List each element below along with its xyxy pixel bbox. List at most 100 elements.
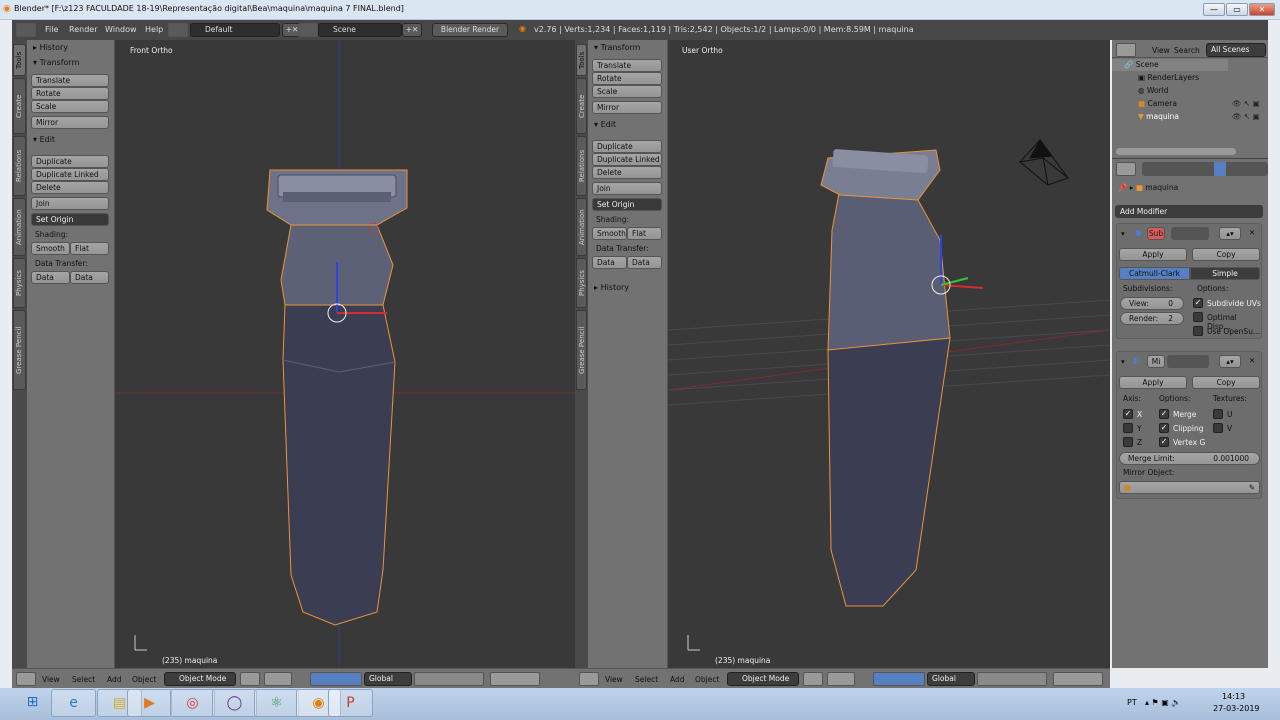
toolshelf-tab[interactable]: Tools	[13, 44, 26, 76]
toolshelf-tab[interactable]: Grease Pencil	[13, 310, 26, 390]
mirror-button[interactable]: Mirror	[592, 101, 662, 114]
add-modifier-select[interactable]: Add Modifier	[1115, 205, 1263, 218]
outliner-menu-search[interactable]: Search	[1174, 46, 1200, 55]
pivot-point-icon[interactable]	[827, 672, 855, 686]
apply-button[interactable]: Apply	[1119, 376, 1187, 389]
rotate-button[interactable]: Rotate	[592, 72, 662, 85]
view-levels-field[interactable]: View: 0	[1120, 297, 1184, 310]
data-button[interactable]: Data	[31, 271, 70, 284]
merge-limit-field[interactable]: Merge Limit: 0.001000	[1119, 452, 1260, 465]
taskbar-internet-explorer[interactable]: e	[51, 689, 96, 717]
axis-y-checkbox[interactable]	[1123, 423, 1133, 433]
outliner-filter-select[interactable]: All Scenes	[1206, 43, 1266, 57]
simple-option[interactable]: Simple	[1190, 267, 1260, 280]
scene-select[interactable]: Scene	[318, 23, 402, 37]
duplicate-linked-button[interactable]: Duplicate Linked	[592, 153, 662, 166]
editor-type-icon[interactable]	[579, 672, 599, 686]
start-button[interactable]: ⊞	[10, 689, 55, 717]
close-button[interactable]: ✕	[1249, 3, 1275, 16]
duplicate-button[interactable]: Duplicate	[592, 140, 662, 153]
outliner-item-renderlayers[interactable]: ▣ RenderLayers	[1138, 73, 1199, 82]
modifier-name-field[interactable]: Mi	[1147, 355, 1165, 368]
copy-button[interactable]: Copy	[1192, 248, 1260, 261]
delete-button[interactable]: Delete	[31, 181, 109, 194]
remove-modifier-icon[interactable]: ✕	[1249, 228, 1255, 237]
axis-x-checkbox[interactable]: ✓	[1123, 409, 1133, 419]
data-layout-button[interactable]: Data Lay	[627, 256, 662, 269]
editor-type-icon[interactable]	[16, 23, 36, 37]
menu-render[interactable]: Render	[69, 25, 97, 34]
viewport-shading-icon[interactable]	[803, 672, 823, 686]
modifier-visibility-toggles[interactable]	[1167, 355, 1209, 368]
view3d-menu[interactable]: View	[42, 675, 60, 684]
taskbar-atom[interactable]: ⚛	[254, 689, 299, 717]
axis-z-checkbox[interactable]	[1123, 437, 1133, 447]
delete-button[interactable]: Delete	[592, 166, 662, 179]
view3d-menu[interactable]: Select	[635, 675, 658, 684]
menu-file[interactable]: File	[45, 25, 58, 34]
join-button[interactable]: Join	[31, 197, 109, 210]
clock-time[interactable]: 14:13	[1222, 692, 1245, 701]
subdivide-uvs-checkbox[interactable]: ✓	[1193, 298, 1203, 308]
transform-orientation-select[interactable]: Global	[927, 672, 975, 686]
move-up-down[interactable]: ▴▾	[1219, 227, 1241, 240]
manipulator-icons[interactable]	[873, 672, 925, 686]
toolshelf-tab[interactable]: Create	[576, 78, 587, 134]
set-origin-select[interactable]: Set Origin	[31, 213, 109, 226]
snapping-icons[interactable]	[1053, 672, 1103, 686]
edit-panel-header[interactable]: ▾ Edit	[33, 135, 55, 144]
data-layout-button[interactable]: Data Layo	[70, 271, 109, 284]
scale-button[interactable]: Scale	[592, 85, 662, 98]
taskbar-app-purple[interactable]: ◯	[212, 689, 257, 717]
modifier-tab-wrench-icon[interactable]	[1214, 162, 1226, 176]
taskbar-chrome[interactable]: ◎	[170, 689, 215, 717]
view3d-menu[interactable]: Add	[670, 675, 685, 684]
clock-date[interactable]: 27-03-2019	[1213, 704, 1260, 713]
mirror-button[interactable]: Mirror	[31, 116, 109, 129]
toolshelf-tab[interactable]: Physics	[13, 258, 26, 308]
scene-add-remove[interactable]: +✕	[402, 23, 422, 37]
translate-button[interactable]: Translate	[592, 59, 662, 72]
modifier-name-field[interactable]: Sub	[1147, 227, 1165, 240]
minimize-button[interactable]: —	[1203, 3, 1225, 16]
translate-button[interactable]: Translate	[31, 74, 109, 87]
taskbar-powerpoint[interactable]: P	[328, 689, 373, 717]
set-origin-select[interactable]: Set Origin	[592, 198, 662, 211]
optimal-display-checkbox[interactable]	[1193, 312, 1203, 322]
language-indicator[interactable]: PT	[1127, 698, 1137, 707]
smooth-button[interactable]: Smooth	[31, 242, 70, 255]
duplicate-button[interactable]: Duplicate	[31, 155, 109, 168]
outliner-item-maquina[interactable]: ▼ maquina	[1138, 112, 1179, 121]
toolshelf-tab[interactable]: Create	[13, 78, 26, 134]
toolshelf-tab[interactable]: Relations	[13, 136, 26, 196]
join-button[interactable]: Join	[592, 182, 662, 195]
scene-icon[interactable]	[298, 23, 318, 37]
layer-buttons[interactable]	[414, 672, 484, 686]
visibility-icons-maquina[interactable]: 👁 ↖ ▣	[1232, 112, 1260, 121]
render-engine-select[interactable]: Blender Render	[432, 23, 508, 37]
outliner-item-scene[interactable]: 🔗 Scene	[1124, 60, 1159, 69]
texture-u-checkbox[interactable]	[1213, 409, 1223, 419]
texture-v-checkbox[interactable]	[1213, 423, 1223, 433]
outliner-item-world[interactable]: ◍ World	[1138, 86, 1168, 95]
data-button[interactable]: Data	[592, 256, 627, 269]
view3d-menu[interactable]: Object	[132, 675, 156, 684]
collapse-icon[interactable]: ▾	[1121, 357, 1125, 366]
tray-icons[interactable]: ▴ ⚑ ▣ 🔈	[1145, 698, 1181, 707]
view3d-menu[interactable]: Select	[72, 675, 95, 684]
vertex-groups-checkbox[interactable]: ✓	[1159, 437, 1169, 447]
edit-panel-header[interactable]: ▾ Edit	[594, 120, 616, 129]
clipping-checkbox[interactable]: ✓	[1159, 423, 1169, 433]
layout-select[interactable]: Default	[190, 23, 280, 37]
snapping-icons[interactable]	[490, 672, 540, 686]
catmull-clark-option[interactable]: Catmull-Clark	[1119, 267, 1190, 280]
view3d-menu[interactable]: Add	[107, 675, 122, 684]
toolshelf-tab[interactable]: Physics	[576, 258, 587, 308]
layout-icon[interactable]	[168, 23, 188, 37]
context-tabs[interactable]	[1142, 162, 1268, 176]
toolshelf-tab[interactable]: Tools	[576, 44, 587, 76]
history-panel-header[interactable]: ▸ History	[594, 283, 629, 292]
smooth-button[interactable]: Smooth	[592, 227, 627, 240]
outliner-item-camera[interactable]: ■ Camera	[1138, 99, 1177, 108]
layer-buttons[interactable]	[977, 672, 1047, 686]
